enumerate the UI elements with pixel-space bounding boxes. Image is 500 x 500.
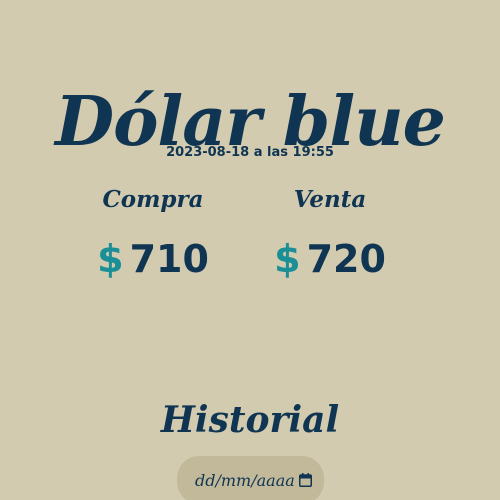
sell-rate-label: Venta — [293, 186, 367, 213]
calendar-icon[interactable] — [299, 473, 312, 487]
sell-amount: 720 — [306, 237, 386, 281]
sell-rate-panel: Venta $720 — [235, 184, 425, 282]
buy-amount: 710 — [129, 237, 209, 281]
last-updated-timestamp: 2023-08-18 a las 19:55 — [166, 145, 334, 160]
buy-rate-panel: Compra $710 — [58, 184, 248, 282]
date-input-placeholder: dd/mm/aaaa — [195, 470, 295, 490]
history-date-input[interactable]: dd/mm/aaaa — [177, 456, 324, 500]
sell-rate-value: $720 — [235, 236, 425, 282]
buy-currency-symbol: $ — [97, 237, 124, 281]
history-heading: Historial — [160, 398, 340, 441]
sell-currency-symbol: $ — [274, 237, 301, 281]
buy-rate-value: $710 — [58, 236, 248, 282]
buy-rate-label: Compra — [102, 186, 204, 213]
